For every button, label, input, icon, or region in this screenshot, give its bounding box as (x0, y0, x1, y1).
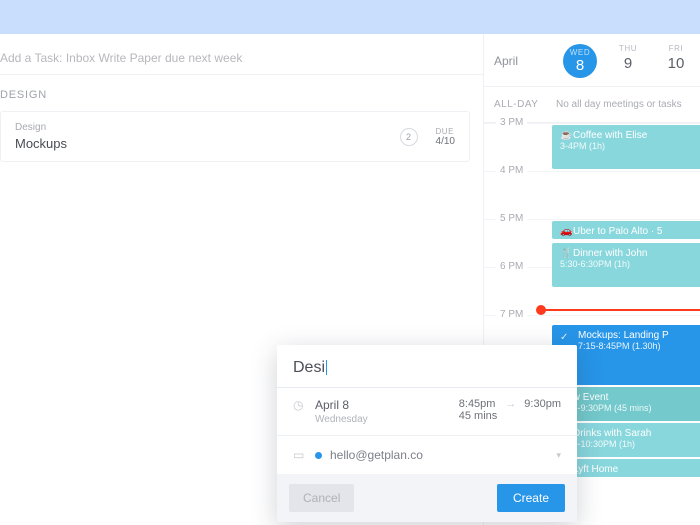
status-dot (315, 452, 322, 459)
calendar-event[interactable]: 🍴Dinner with John5:30-6:30PM (1h) (552, 243, 700, 287)
due-label: DUE (436, 127, 455, 136)
create-button[interactable]: Create (497, 484, 565, 512)
event-start-time[interactable]: 8:45pm 45 mins (459, 398, 498, 422)
due-date: 4/10 (436, 136, 455, 147)
clock-icon: ◷ (293, 398, 315, 412)
day-9[interactable]: THU9 (604, 44, 652, 78)
day-10[interactable]: FRI10 (652, 44, 700, 78)
section-heading: DESIGN (0, 75, 483, 111)
task-title: Mockups (15, 136, 400, 151)
now-dot (536, 305, 546, 315)
hour-label: 4 PM (496, 165, 527, 176)
check-icon: ✓ (560, 332, 574, 343)
hour-label: 6 PM (496, 261, 527, 272)
calendar-event[interactable]: ☕Coffee with Elise3-4PM (1h) (552, 125, 700, 169)
task-project: Design (15, 122, 400, 133)
invitee-email: hello@getplan.co (330, 448, 556, 462)
chevron-down-icon[interactable]: ▾ (556, 450, 561, 461)
calendar-icon: ▭ (293, 448, 315, 462)
allday-label: ALL-DAY (494, 99, 556, 110)
now-indicator (540, 309, 700, 311)
event-end-time[interactable]: 9:30pm (524, 398, 561, 410)
task-card[interactable]: Design Mockups 2 DUE 4/10 (0, 111, 470, 162)
task-count-badge: 2 (400, 128, 418, 146)
hour-label: 3 PM (496, 117, 527, 128)
month-label: April (494, 54, 556, 68)
allday-text: No all day meetings or tasks (556, 99, 682, 110)
cancel-button[interactable]: Cancel (289, 484, 354, 512)
hour-label: 5 PM (496, 213, 527, 224)
event-title-input[interactable]: Desi (277, 345, 577, 388)
calendar-header: April WED8THU9FRI10 (484, 34, 700, 87)
hour-row: 4 PM (484, 171, 700, 219)
calendar-event[interactable]: 🚗Uber to Palo Alto · 5 (552, 221, 700, 239)
hour-label: 7 PM (496, 309, 527, 320)
arrow-icon: → (497, 398, 524, 410)
create-event-modal: Desi ◷ April 8 Wednesday 8:45pm 45 mins … (277, 345, 577, 522)
top-banner (0, 0, 700, 34)
day-8[interactable]: WED8 (556, 44, 604, 78)
event-date[interactable]: April 8 Wednesday (315, 398, 459, 425)
invitee-row[interactable]: ▭ hello@getplan.co ▾ (277, 435, 577, 474)
add-task-input[interactable]: Add a Task: Inbox Write Paper due next w… (0, 42, 483, 75)
